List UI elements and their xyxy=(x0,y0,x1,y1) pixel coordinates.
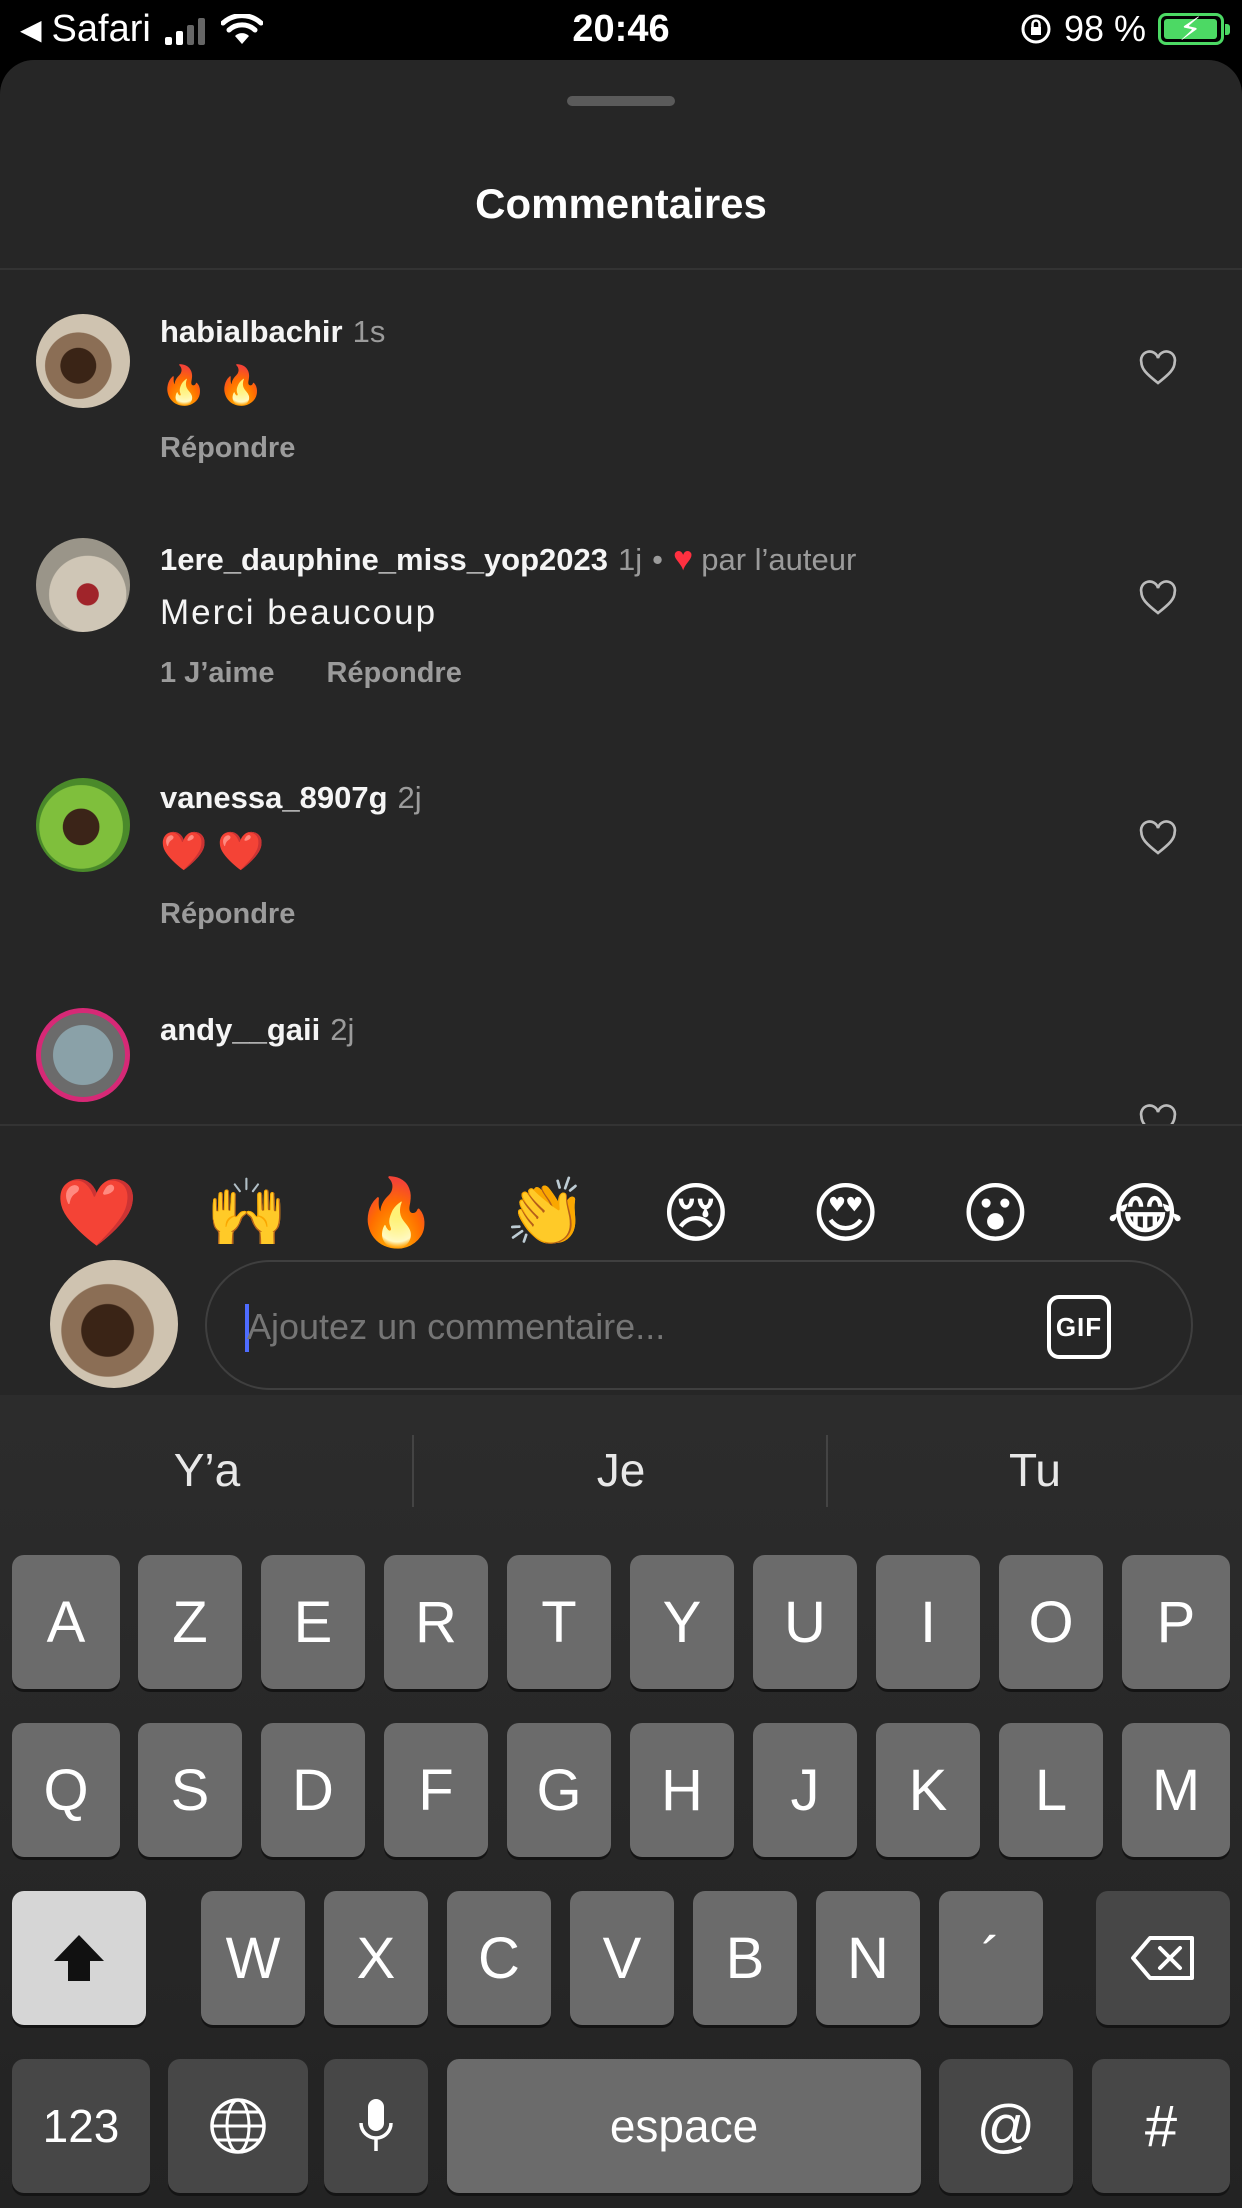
suggestion-bar: Y’a Je Tu xyxy=(0,1395,1242,1545)
divider xyxy=(0,268,1242,270)
comment-username[interactable]: vanessa_8907g xyxy=(160,780,388,816)
avatar[interactable] xyxy=(36,538,130,632)
sheet-title: Commentaires xyxy=(475,180,767,227)
globe-key[interactable] xyxy=(168,2059,308,2193)
hash-key[interactable]: # xyxy=(1092,2059,1230,2193)
key-p[interactable]: P xyxy=(1122,1555,1230,1689)
key-z[interactable]: Z xyxy=(138,1555,242,1689)
suggestion-3[interactable]: Tu xyxy=(828,1443,1242,1497)
key-o[interactable]: O xyxy=(999,1555,1103,1689)
avatar[interactable] xyxy=(36,314,130,408)
orientation-lock-icon xyxy=(1021,14,1051,44)
key-m[interactable]: M xyxy=(1122,1723,1230,1857)
comment-time: 2j xyxy=(397,780,422,815)
heart-outline-icon[interactable] xyxy=(1138,348,1178,388)
heart-outline-icon[interactable] xyxy=(1138,1102,1178,1124)
comment-username[interactable]: 1ere_dauphine_miss_yop2023 xyxy=(160,542,608,578)
liked-by-author-label: par l’auteur xyxy=(701,541,857,577)
key-h[interactable]: H xyxy=(630,1723,734,1857)
microphone-icon xyxy=(359,2099,393,2151)
separator-dot: • xyxy=(652,541,664,577)
comment-time: 1s xyxy=(352,314,386,349)
key-acute-accent[interactable]: ´ xyxy=(939,1891,1043,2025)
key-a[interactable]: A xyxy=(12,1555,120,1689)
key-t[interactable]: T xyxy=(507,1555,611,1689)
divider xyxy=(0,1124,1242,1126)
key-r[interactable]: R xyxy=(384,1555,488,1689)
key-x[interactable]: X xyxy=(324,1891,428,2025)
comment-username[interactable]: andy__gaii xyxy=(160,1012,320,1048)
key-b[interactable]: B xyxy=(693,1891,797,2025)
status-bar: ◀ Safari 20:46 98 % ⚡ xyxy=(0,0,1242,60)
avatar[interactable] xyxy=(36,1008,130,1102)
key-d[interactable]: D xyxy=(261,1723,365,1857)
comment-time: 1j xyxy=(618,541,643,577)
battery-percent: 98 % xyxy=(1063,8,1146,49)
comment-composer: GIF xyxy=(0,1240,1242,1395)
key-k[interactable]: K xyxy=(876,1723,980,1857)
comments-list[interactable]: habialbachir 1s 🔥🔥 Répondre 1ere_dauphin… xyxy=(0,272,1242,1124)
likes-count-button[interactable]: 1 J’aime xyxy=(160,657,274,690)
key-l[interactable]: L xyxy=(999,1723,1103,1857)
comments-sheet: Commentaires habialbachir 1s 🔥🔥 Répondre xyxy=(0,60,1242,1395)
key-j[interactable]: J xyxy=(753,1723,857,1857)
key-q[interactable]: Q xyxy=(12,1723,120,1857)
suggestion-2[interactable]: Je xyxy=(414,1443,828,1497)
key-n[interactable]: N xyxy=(816,1891,920,2025)
comment-input-container[interactable]: GIF xyxy=(205,1260,1193,1390)
key-v[interactable]: V xyxy=(570,1891,674,2025)
comment-text: 🔥🔥 xyxy=(160,365,275,407)
avatar[interactable] xyxy=(36,778,130,872)
key-s[interactable]: S xyxy=(138,1723,242,1857)
reply-button[interactable]: Répondre xyxy=(326,657,461,690)
key-i[interactable]: I xyxy=(876,1555,980,1689)
key-f[interactable]: F xyxy=(384,1723,488,1857)
reply-button[interactable]: Répondre xyxy=(160,898,295,931)
gif-button[interactable]: GIF xyxy=(1047,1295,1111,1359)
sheet-grabber[interactable] xyxy=(567,96,675,106)
comment-text: Merci beaucoup xyxy=(160,593,438,632)
battery-icon: ⚡ xyxy=(1158,11,1230,47)
shift-arrow-icon xyxy=(54,1935,104,1981)
suggestion-1[interactable]: Y’a xyxy=(0,1443,414,1497)
key-g[interactable]: G xyxy=(507,1723,611,1857)
keyboard: Y’a Je Tu A Z E R T Y U I O P Q S D F G … xyxy=(0,1395,1242,2208)
suggestion-separator xyxy=(412,1435,414,1507)
charging-bolt-icon: ⚡ xyxy=(1179,11,1202,47)
shift-key[interactable] xyxy=(12,1891,146,2025)
key-y[interactable]: Y xyxy=(630,1555,734,1689)
comment-text: ❤️❤️ xyxy=(160,831,275,873)
heart-outline-icon[interactable] xyxy=(1138,818,1178,858)
backspace-icon xyxy=(1131,1936,1194,1980)
author-liked-heart-icon: ♥ xyxy=(673,540,694,578)
comment-time: 2j xyxy=(330,1012,355,1047)
my-avatar xyxy=(50,1260,178,1388)
globe-icon xyxy=(210,2098,266,2154)
reply-button[interactable]: Répondre xyxy=(160,432,295,465)
at-key[interactable]: @ xyxy=(939,2059,1073,2193)
suggestion-separator xyxy=(826,1435,828,1507)
key-w[interactable]: W xyxy=(201,1891,305,2025)
key-e[interactable]: E xyxy=(261,1555,365,1689)
comment-input[interactable] xyxy=(247,1306,1027,1348)
space-key[interactable]: espace xyxy=(447,2059,921,2193)
backspace-key[interactable] xyxy=(1096,1891,1230,2025)
numbers-key[interactable]: 123 xyxy=(12,2059,150,2193)
heart-outline-icon[interactable] xyxy=(1138,578,1178,618)
key-c[interactable]: C xyxy=(447,1891,551,2025)
comment-username[interactable]: habialbachir xyxy=(160,314,343,350)
microphone-key[interactable] xyxy=(324,2059,428,2193)
key-u[interactable]: U xyxy=(753,1555,857,1689)
